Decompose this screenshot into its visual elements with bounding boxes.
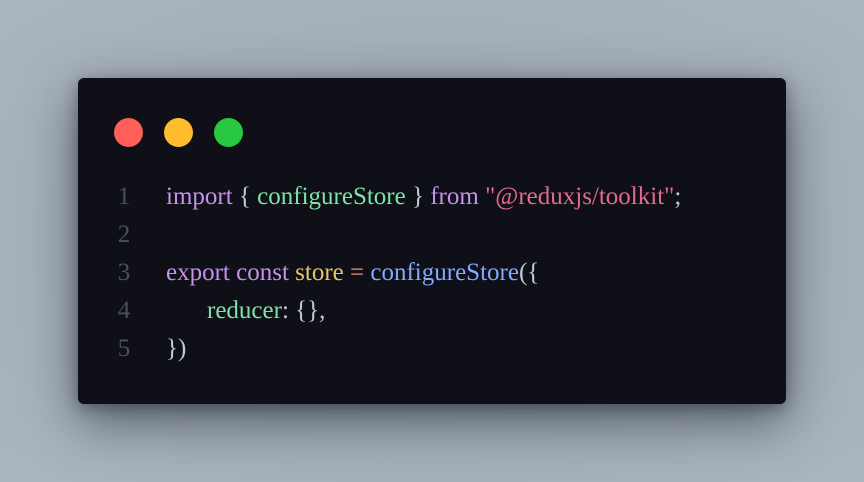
code-token: store <box>295 259 344 286</box>
line-number: 4 <box>117 297 131 324</box>
code-token: from <box>430 183 479 210</box>
line-number: 2 <box>117 221 131 248</box>
code-line: 5}) <box>78 330 786 368</box>
close-dot-icon[interactable] <box>114 118 143 147</box>
code-token: ({ <box>518 259 540 286</box>
code-text: reducer: {}, <box>207 292 325 330</box>
code-token: ; <box>674 183 682 210</box>
code-token: : {}, <box>281 297 326 324</box>
window-controls <box>114 118 243 147</box>
maximize-dot-icon[interactable] <box>214 118 243 147</box>
code-token: } <box>405 183 431 210</box>
code-line: 4 reducer: {}, <box>78 292 786 330</box>
code-token: configureStore <box>370 259 519 286</box>
minimize-dot-icon[interactable] <box>164 118 193 147</box>
code-window: 1 import { configureStore } from "@reduxj… <box>78 78 786 404</box>
code-token: }) <box>166 335 187 362</box>
code-token: reducer <box>207 297 282 324</box>
code-token: configureStore <box>257 183 406 210</box>
line-number: 3 <box>117 259 131 286</box>
code-text: import { configureStore } from "@reduxjs… <box>166 178 681 216</box>
code-line: 1 import { configureStore } from "@reduxj… <box>78 178 786 216</box>
code-line: 2 <box>78 216 786 254</box>
code-line: 3 export const store = configureStore({ <box>78 254 786 292</box>
code-token: const <box>236 259 289 286</box>
code-token: = <box>350 259 365 286</box>
code-token: { <box>232 183 258 210</box>
code-block: 1 import { configureStore } from "@reduxj… <box>78 178 786 368</box>
code-token: import <box>166 183 233 210</box>
code-token: export <box>166 259 230 286</box>
line-number: 5 <box>117 335 131 362</box>
code-text: export const store = configureStore({ <box>166 254 539 292</box>
line-number: 1 <box>117 183 131 210</box>
code-text: }) <box>166 330 186 368</box>
code-token: "@reduxjs/toolkit" <box>485 183 675 210</box>
